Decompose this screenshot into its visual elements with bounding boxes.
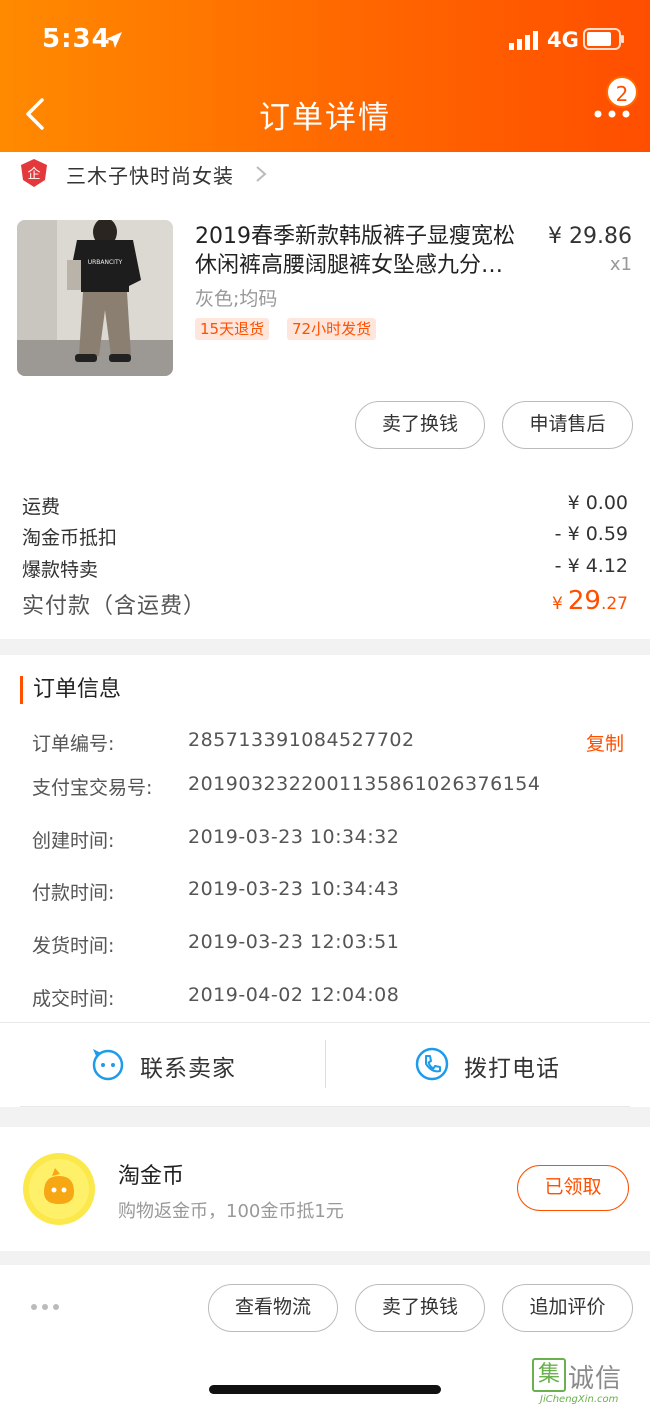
- return-policy-tag: 15天退货: [195, 318, 270, 340]
- battery-icon: [583, 28, 624, 50]
- order-number-label: 订单编号:: [32, 733, 115, 755]
- product-title[interactable]: 2019春季新款韩版裤子显瘦宽松休闲裤高腰阔腿裤女坠感九分…: [195, 222, 535, 280]
- call-seller-button[interactable]: 拨打电话: [414, 1040, 650, 1088]
- order-info-title: 订单信息: [20, 676, 121, 704]
- shirt-print: URBANCITY: [88, 259, 123, 266]
- svg-text:企: 企: [27, 166, 40, 182]
- contact-seller-button[interactable]: 联系卖家: [90, 1040, 340, 1088]
- total-decimal: .27: [600, 594, 628, 614]
- app-header: 5:34 4G 订单详情 2: [0, 0, 650, 152]
- network-type: 4G: [547, 28, 579, 52]
- call-seller-label: 拨打电话: [464, 1056, 560, 1082]
- total-integer: 29: [567, 586, 601, 616]
- watermark-text: 诚信: [568, 1364, 623, 1394]
- alipay-trade-label: 支付宝交易号:: [32, 777, 153, 799]
- watermark: 集 诚信 JiChengXin.com: [532, 1358, 650, 1406]
- coin-deduction-value: - ¥ 0.59: [554, 523, 628, 545]
- page-title: 订单详情: [259, 100, 391, 136]
- shop-name: 三木子快时尚女装: [66, 164, 234, 188]
- add-review-button[interactable]: 追加评价: [502, 1284, 633, 1332]
- location-arrow-icon: [106, 32, 122, 48]
- contact-seller-label: 联系卖家: [140, 1056, 236, 1082]
- home-indicator[interactable]: [209, 1385, 441, 1394]
- total-currency: ¥: [551, 594, 563, 614]
- gold-coin-icon: [23, 1153, 95, 1225]
- total-paid-value: ¥ 29.27: [552, 586, 628, 616]
- product-price: ¥ 29.86: [548, 224, 632, 249]
- coins-claimed-button[interactable]: 已领取: [517, 1165, 629, 1211]
- coin-deduction-label: 淘金币抵扣: [22, 527, 118, 549]
- coins-subtitle: 购物返金币，100金币抵1元: [118, 1201, 344, 1222]
- coins-title: 淘金币: [118, 1164, 185, 1189]
- chat-face-icon: [92, 1049, 124, 1081]
- total-paid-label: 实付款（含运费）: [22, 594, 207, 619]
- completed-time-value: 2019-04-02 12:04:08: [188, 984, 400, 1006]
- shop-link[interactable]: 企 三木子快时尚女装: [20, 156, 420, 190]
- contact-divider: [325, 1040, 326, 1088]
- paid-time-label: 付款时间:: [32, 882, 115, 904]
- sell-item-bottom-button[interactable]: 卖了换钱: [355, 1284, 485, 1332]
- status-bar: 5:34 4G: [0, 0, 650, 80]
- status-time: 5:34: [42, 24, 111, 54]
- sell-item-button[interactable]: 卖了换钱: [355, 401, 485, 449]
- signal-icon: [509, 31, 538, 50]
- chevron-right-icon: [256, 166, 267, 182]
- phone-icon: [415, 1047, 449, 1081]
- order-number-value: 285713391084527702: [188, 729, 415, 751]
- completed-time-label: 成交时间:: [32, 988, 115, 1010]
- shipping-time-tag: 72小时发货: [287, 318, 377, 340]
- special-sale-value: - ¥ 4.12: [554, 555, 628, 577]
- shipping-fee-label: 运费: [22, 496, 61, 518]
- alipay-trade-value: 2019032322001135861026376154: [188, 773, 541, 795]
- after-sale-button[interactable]: 申请售后: [502, 401, 633, 449]
- paid-time-value: 2019-03-23 10:34:43: [188, 878, 400, 900]
- special-sale-label: 爆款特卖: [22, 559, 99, 581]
- copy-order-number-button[interactable]: 复制: [586, 729, 624, 756]
- shipped-time-value: 2019-03-23 12:03:51: [188, 931, 400, 953]
- divider: [20, 1106, 630, 1107]
- shipped-time-label: 发货时间:: [32, 935, 115, 957]
- watermark-mark: 集: [532, 1358, 566, 1392]
- divider: [0, 1022, 650, 1023]
- view-logistics-button[interactable]: 查看物流: [208, 1284, 338, 1332]
- watermark-url: JiChengXin.com: [540, 1394, 619, 1405]
- notification-badge: 2: [606, 76, 638, 108]
- created-time-value: 2019-03-23 10:34:32: [188, 826, 400, 848]
- product-quantity: x1: [609, 254, 632, 275]
- more-actions-icon[interactable]: [30, 1302, 60, 1312]
- created-time-label: 创建时间:: [32, 830, 115, 852]
- product-sku: 灰色;均码: [195, 288, 278, 310]
- shipping-fee-value: ¥ 0.00: [567, 492, 628, 514]
- product-image[interactable]: URBANCITY: [17, 220, 173, 376]
- shop-badge-icon: 企: [21, 159, 47, 187]
